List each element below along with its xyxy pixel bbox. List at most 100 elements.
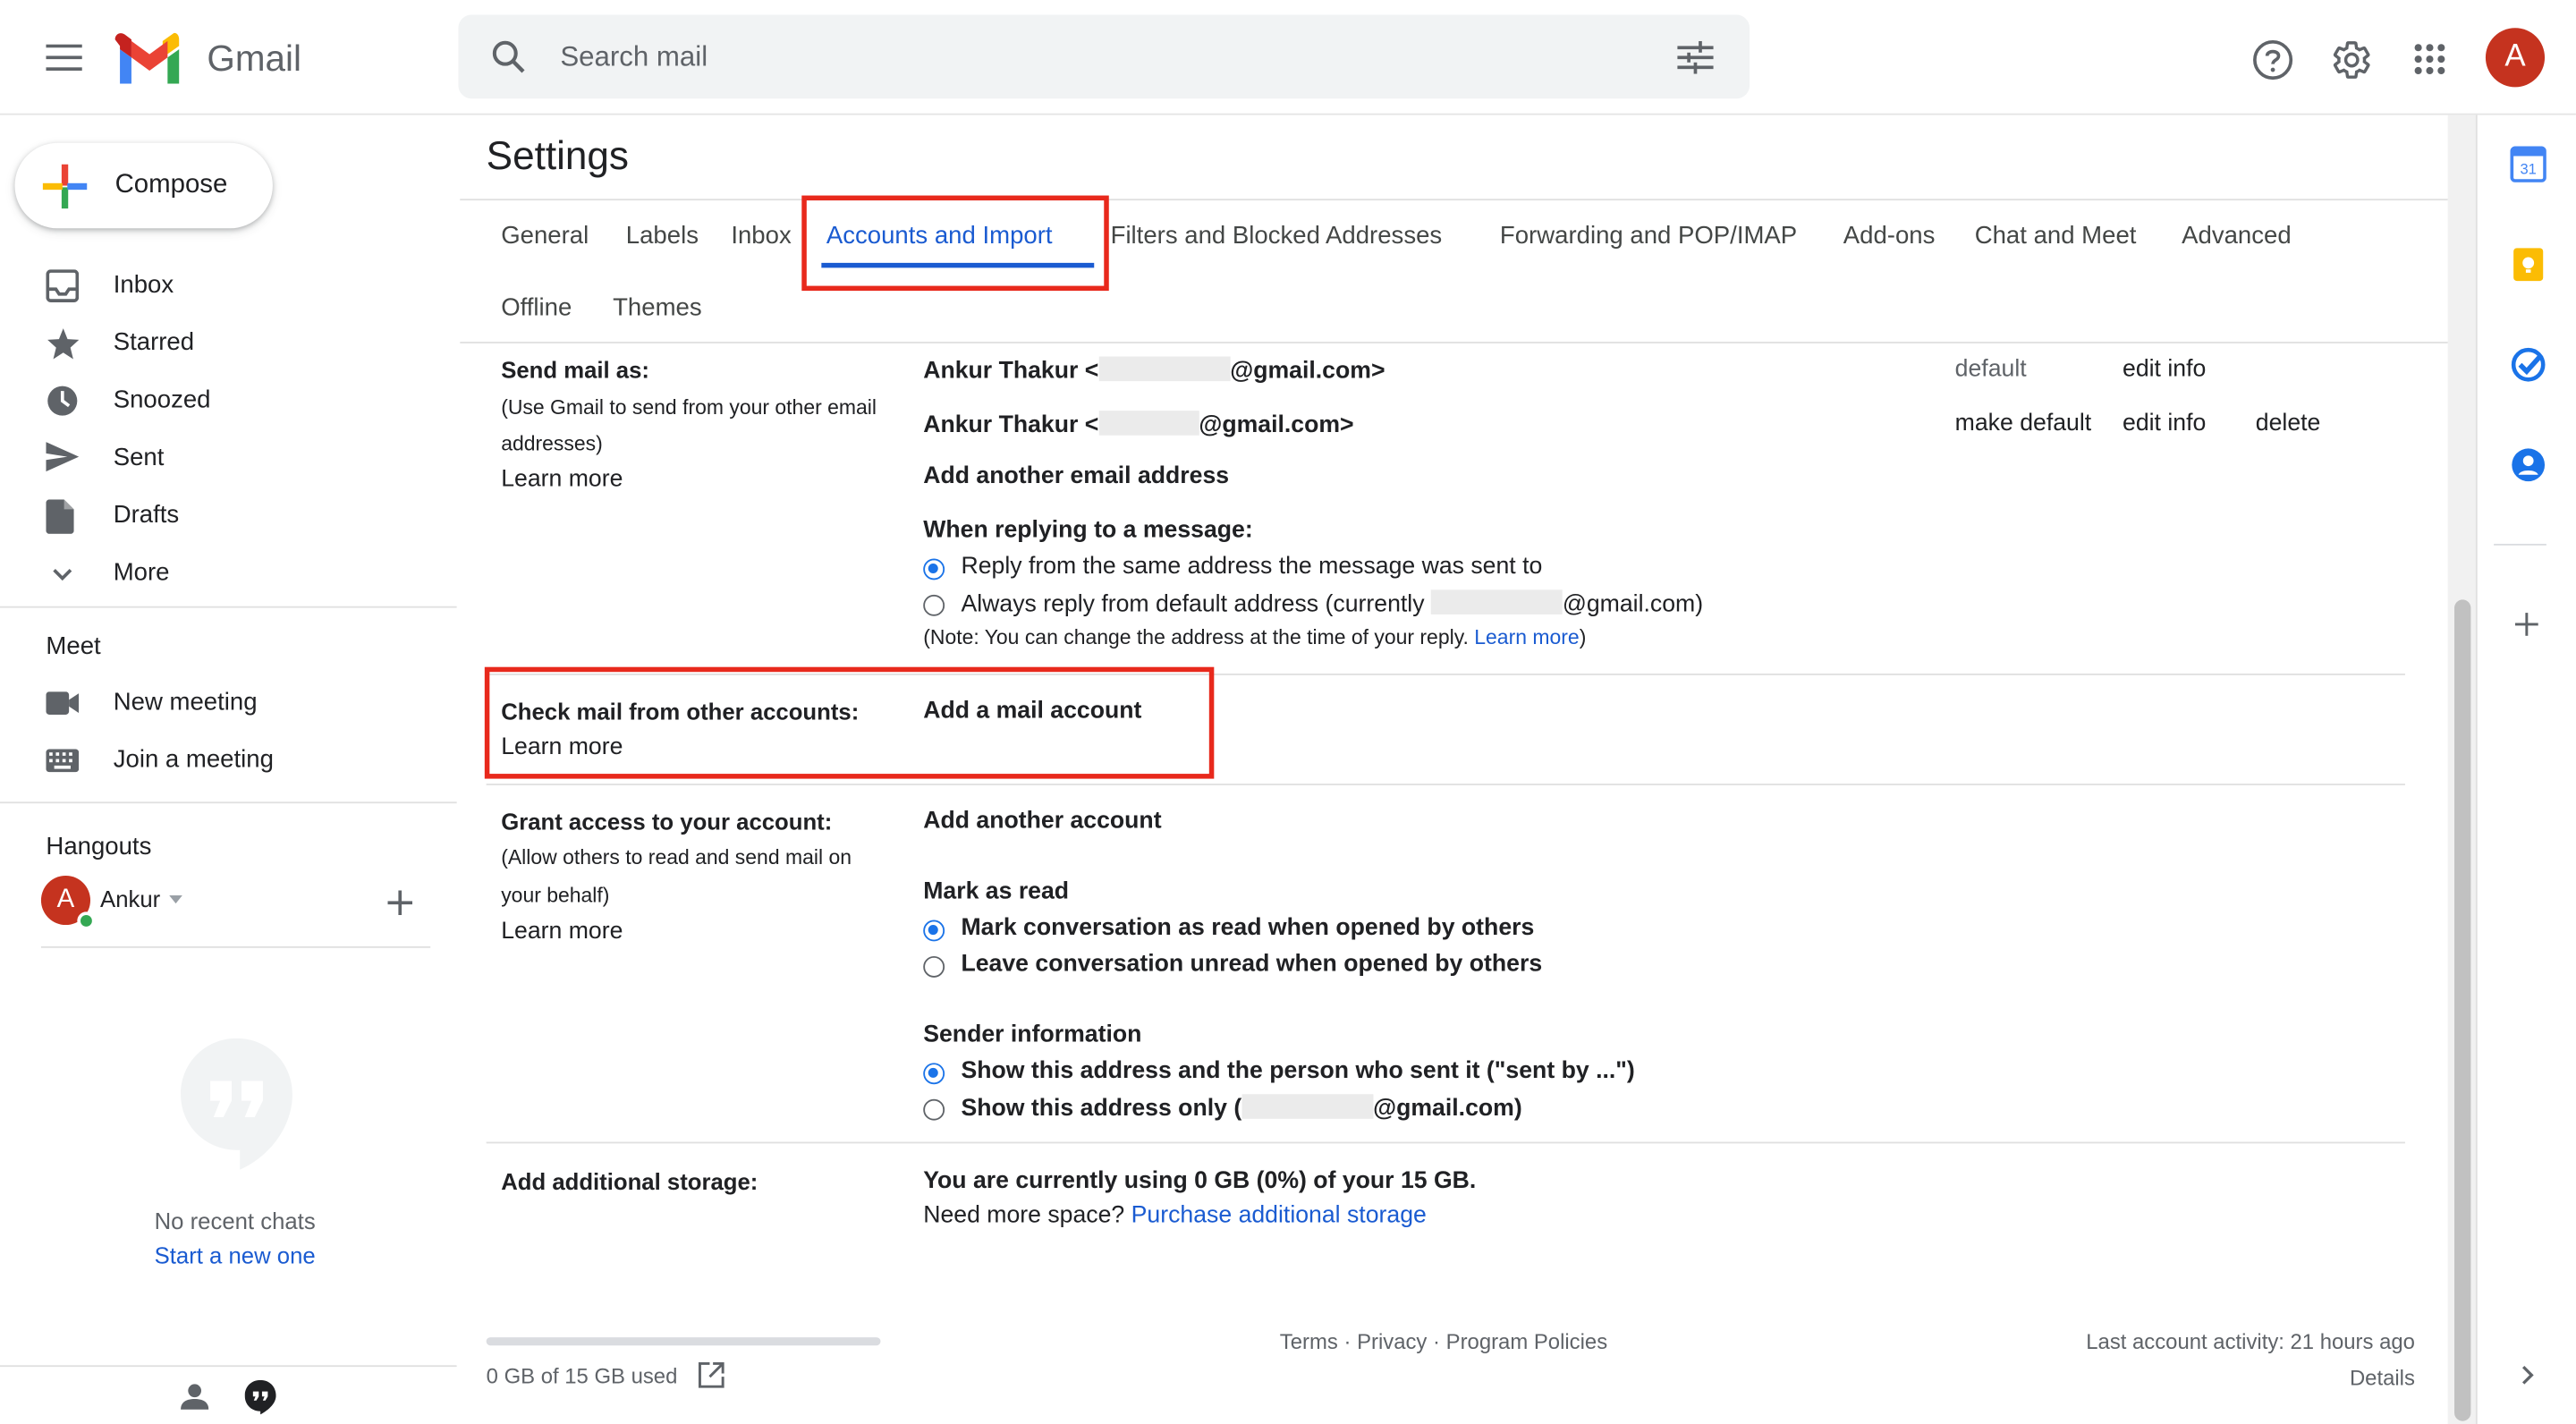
main-scrollbar-thumb[interactable] bbox=[2454, 599, 2471, 1421]
default-status: default bbox=[1954, 356, 2027, 383]
tab-general[interactable]: General bbox=[501, 222, 589, 250]
separator: · bbox=[1433, 1328, 1441, 1354]
expand-side-panel-icon[interactable] bbox=[2510, 1359, 2546, 1394]
nav-item-sent[interactable]: Sent bbox=[0, 430, 444, 486]
compose-label: Compose bbox=[114, 171, 228, 199]
keep-icon[interactable] bbox=[2510, 247, 2546, 283]
app-name: Gmail bbox=[207, 38, 301, 80]
contacts-person-icon[interactable] bbox=[181, 1384, 209, 1410]
terms-link[interactable]: Terms bbox=[1280, 1329, 1338, 1354]
sender-info-title: Sender information bbox=[923, 1021, 1142, 1048]
new-meeting-item[interactable]: New meeting bbox=[0, 675, 444, 731]
hangouts-title: Hangouts bbox=[46, 833, 152, 861]
search-options-icon[interactable] bbox=[1677, 40, 1714, 74]
nav-item-more[interactable]: More bbox=[0, 546, 444, 601]
keyboard-icon bbox=[46, 744, 81, 780]
compose-button[interactable]: Compose bbox=[14, 142, 273, 229]
account-domain: @gmail.com> bbox=[1230, 358, 1385, 385]
contacts-icon[interactable] bbox=[2510, 447, 2546, 483]
delete-link[interactable]: delete bbox=[2256, 411, 2321, 437]
nav-label: Snoozed bbox=[113, 386, 211, 414]
video-icon bbox=[46, 687, 81, 723]
tab-advanced[interactable]: Advanced bbox=[2182, 222, 2292, 250]
sidebar-divider bbox=[0, 606, 457, 608]
tab-offline[interactable]: Offline bbox=[501, 294, 572, 322]
edit-info-link-2[interactable]: edit info bbox=[2123, 411, 2206, 437]
storage-usage-text: You are currently using 0 GB (0%) of you… bbox=[923, 1167, 1477, 1195]
hangouts-chat-icon[interactable] bbox=[244, 1379, 276, 1415]
reply-title: When replying to a message: bbox=[923, 517, 1253, 544]
tab-themes[interactable]: Themes bbox=[613, 294, 702, 322]
storage-label: Add additional storage: bbox=[501, 1167, 758, 1195]
grant-access-learn-more-link[interactable]: Learn more bbox=[501, 919, 623, 945]
nav-item-drafts[interactable]: Drafts bbox=[0, 487, 444, 543]
nav-item-snoozed[interactable]: Snoozed bbox=[0, 373, 444, 428]
tab-forwarding[interactable]: Forwarding and POP/IMAP bbox=[1500, 222, 1797, 250]
send-mail-as-learn-more-link[interactable]: Learn more bbox=[501, 467, 623, 493]
search-icon[interactable] bbox=[491, 39, 526, 74]
reply-same-address-radio[interactable] bbox=[923, 558, 945, 581]
tasks-icon[interactable] bbox=[2510, 347, 2546, 383]
show-address-only-radio[interactable] bbox=[923, 1098, 945, 1121]
account-domain: @gmail.com> bbox=[1199, 412, 1354, 439]
tab-highlight-box bbox=[801, 195, 1109, 292]
separator: · bbox=[1343, 1328, 1352, 1354]
tab-add-ons[interactable]: Add-ons bbox=[1843, 222, 1936, 250]
tab-filters[interactable]: Filters and Blocked Addresses bbox=[1111, 222, 1443, 250]
mark-read-radio[interactable] bbox=[923, 920, 945, 942]
footer-links: Terms · Privacy · Program Policies bbox=[1280, 1329, 1607, 1354]
sidebar-divider bbox=[0, 1365, 457, 1368]
note-learn-more-link[interactable]: Learn more bbox=[1474, 626, 1579, 649]
sidebar-divider bbox=[40, 945, 431, 948]
nav-item-inbox[interactable]: Inbox bbox=[0, 258, 444, 313]
address-only-domain: @gmail.com) bbox=[1373, 1096, 1522, 1123]
tab-inbox[interactable]: Inbox bbox=[731, 222, 791, 250]
nav-item-starred[interactable]: Starred bbox=[0, 316, 444, 371]
account-avatar[interactable]: A bbox=[2485, 28, 2546, 88]
get-add-ons-plus-icon[interactable] bbox=[2510, 608, 2546, 644]
storage-usage-bar bbox=[486, 1337, 881, 1346]
calendar-icon[interactable]: 31 bbox=[2510, 146, 2546, 182]
grant-access-desc: (Allow others to read and send mail on bbox=[501, 845, 852, 869]
title-divider bbox=[460, 199, 2448, 201]
meet-item-label: Join a meeting bbox=[113, 745, 274, 775]
leave-unread-label: Leave conversation unread when opened by… bbox=[961, 951, 1543, 978]
nav-label: Inbox bbox=[113, 271, 174, 300]
top-header: Gmail Search mail A bbox=[0, 0, 2576, 115]
show-sent-by-radio[interactable] bbox=[923, 1063, 945, 1085]
nav-label: Drafts bbox=[113, 501, 180, 530]
status-dropdown-icon[interactable] bbox=[169, 895, 182, 904]
apps-grid-icon[interactable] bbox=[2407, 36, 2453, 81]
tab-chat-and-meet[interactable]: Chat and Meet bbox=[1975, 222, 2137, 250]
details-link[interactable]: Details bbox=[2350, 1365, 2415, 1390]
search-input[interactable]: Search mail bbox=[560, 41, 708, 74]
join-meeting-item[interactable]: Join a meeting bbox=[0, 733, 444, 788]
external-link-icon[interactable] bbox=[698, 1361, 724, 1388]
reply-note: (Note: You can change the address at the… bbox=[923, 626, 1586, 649]
reply-option-2-label: Always reply from default address (curre… bbox=[961, 589, 1703, 618]
reply-default-address-radio[interactable] bbox=[923, 594, 945, 616]
show-sent-by-label: Show this address and the person who sen… bbox=[961, 1057, 1635, 1085]
hangouts-user-name[interactable]: Ankur bbox=[100, 886, 160, 911]
online-status-dot bbox=[77, 911, 96, 930]
help-icon[interactable] bbox=[2249, 36, 2294, 81]
add-another-account-link[interactable]: Add another account bbox=[923, 809, 1161, 835]
settings-gear-icon[interactable] bbox=[2328, 36, 2374, 81]
reply-option-1-label: Reply from the same address the message … bbox=[961, 553, 1543, 581]
start-new-chat-link[interactable]: Start a new one bbox=[0, 1242, 470, 1268]
gmail-logo-icon[interactable] bbox=[114, 32, 184, 84]
search-bar[interactable]: Search mail bbox=[458, 14, 1750, 99]
leave-unread-radio[interactable] bbox=[923, 955, 945, 978]
add-another-email-link[interactable]: Add another email address bbox=[923, 463, 1229, 489]
redacted-email bbox=[1430, 589, 1563, 615]
main-menu-icon[interactable] bbox=[39, 36, 89, 79]
side-panel-divider bbox=[2494, 543, 2546, 546]
edit-info-link-1[interactable]: edit info bbox=[2123, 357, 2206, 383]
tab-labels[interactable]: Labels bbox=[626, 222, 699, 250]
purchase-storage-link[interactable]: Purchase additional storage bbox=[1131, 1202, 1427, 1228]
privacy-link[interactable]: Privacy bbox=[1357, 1329, 1427, 1354]
add-chat-icon[interactable] bbox=[387, 890, 413, 916]
make-default-link[interactable]: make default bbox=[1955, 411, 2092, 437]
redacted-email bbox=[1098, 411, 1199, 436]
program-policies-link[interactable]: Program Policies bbox=[1446, 1329, 1607, 1354]
